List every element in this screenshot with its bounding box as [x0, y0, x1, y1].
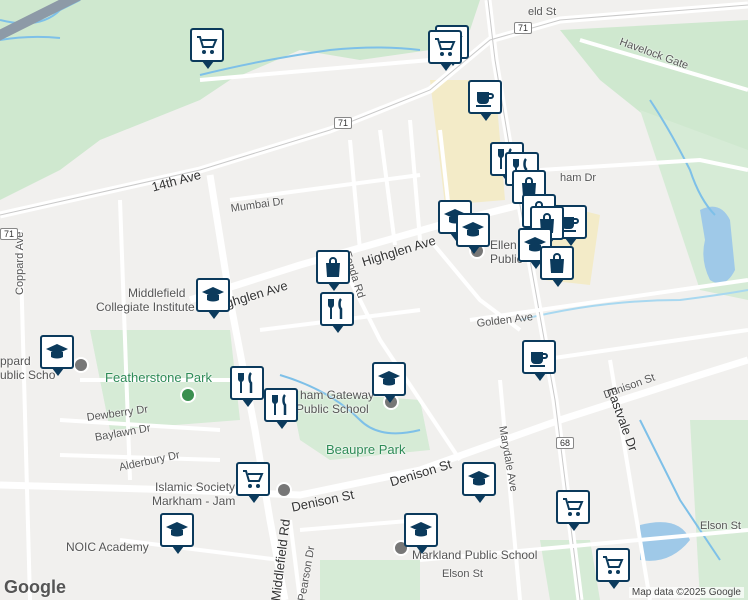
graduation-cap-icon [202, 287, 224, 302]
map-canvas[interactable]: 14th Ave Highglen Ave Highglen Ave Mumba… [0, 0, 748, 600]
route-shield: 71 [0, 228, 19, 240]
school-marker[interactable] [40, 335, 74, 376]
google-logo: Google [4, 577, 66, 597]
shopping-cart-marker[interactable] [556, 490, 590, 531]
shopping-cart-marker[interactable] [190, 28, 224, 69]
cafe-marker[interactable] [468, 80, 502, 121]
coffee-cup-icon [530, 352, 548, 367]
restaurant-marker[interactable] [320, 292, 354, 333]
shopping-cart-marker[interactable] [596, 548, 630, 589]
fork-knife-icon [238, 372, 253, 393]
school-marker[interactable] [196, 278, 230, 319]
school-marker[interactable] [372, 362, 406, 403]
shopping-bag-marker[interactable] [316, 250, 350, 291]
fork-knife-icon [328, 298, 343, 319]
graduation-cap-icon [410, 522, 432, 537]
shopping-cart-icon [197, 36, 218, 54]
graduation-cap-icon [462, 222, 484, 237]
school-marker[interactable] [404, 513, 438, 554]
place-pin[interactable] [73, 357, 89, 373]
restaurant-marker[interactable] [230, 366, 264, 407]
shopping-cart-marker[interactable] [236, 462, 270, 503]
shopping-cart-marker[interactable] [428, 30, 462, 71]
coffee-cup-icon [476, 92, 494, 107]
fork-knife-icon [272, 394, 287, 415]
school-marker[interactable] [456, 213, 490, 254]
shopping-cart-icon [563, 498, 584, 516]
place-pin[interactable] [276, 482, 292, 498]
map-attribution: Map data ©2025 Google [628, 587, 744, 598]
route-shield: 71 [334, 117, 353, 129]
graduation-cap-icon [468, 471, 490, 486]
shopping-bag-icon [550, 253, 564, 273]
restaurant-marker[interactable] [264, 388, 298, 429]
shopping-bag-marker[interactable] [540, 246, 574, 287]
map-base [0, 0, 748, 600]
shopping-cart-icon [243, 470, 264, 488]
route-shield: 68 [556, 437, 575, 449]
shopping-cart-icon [603, 556, 624, 574]
shopping-cart-icon [435, 38, 456, 56]
graduation-cap-icon [46, 344, 68, 359]
school-marker[interactable] [462, 462, 496, 503]
shopping-bag-icon [326, 257, 340, 277]
cafe-marker[interactable] [522, 340, 556, 381]
school-marker[interactable] [160, 513, 194, 554]
graduation-cap-icon [378, 371, 400, 386]
graduation-cap-icon [166, 522, 188, 537]
park-pin[interactable] [180, 387, 196, 403]
route-shield: 71 [514, 22, 533, 34]
